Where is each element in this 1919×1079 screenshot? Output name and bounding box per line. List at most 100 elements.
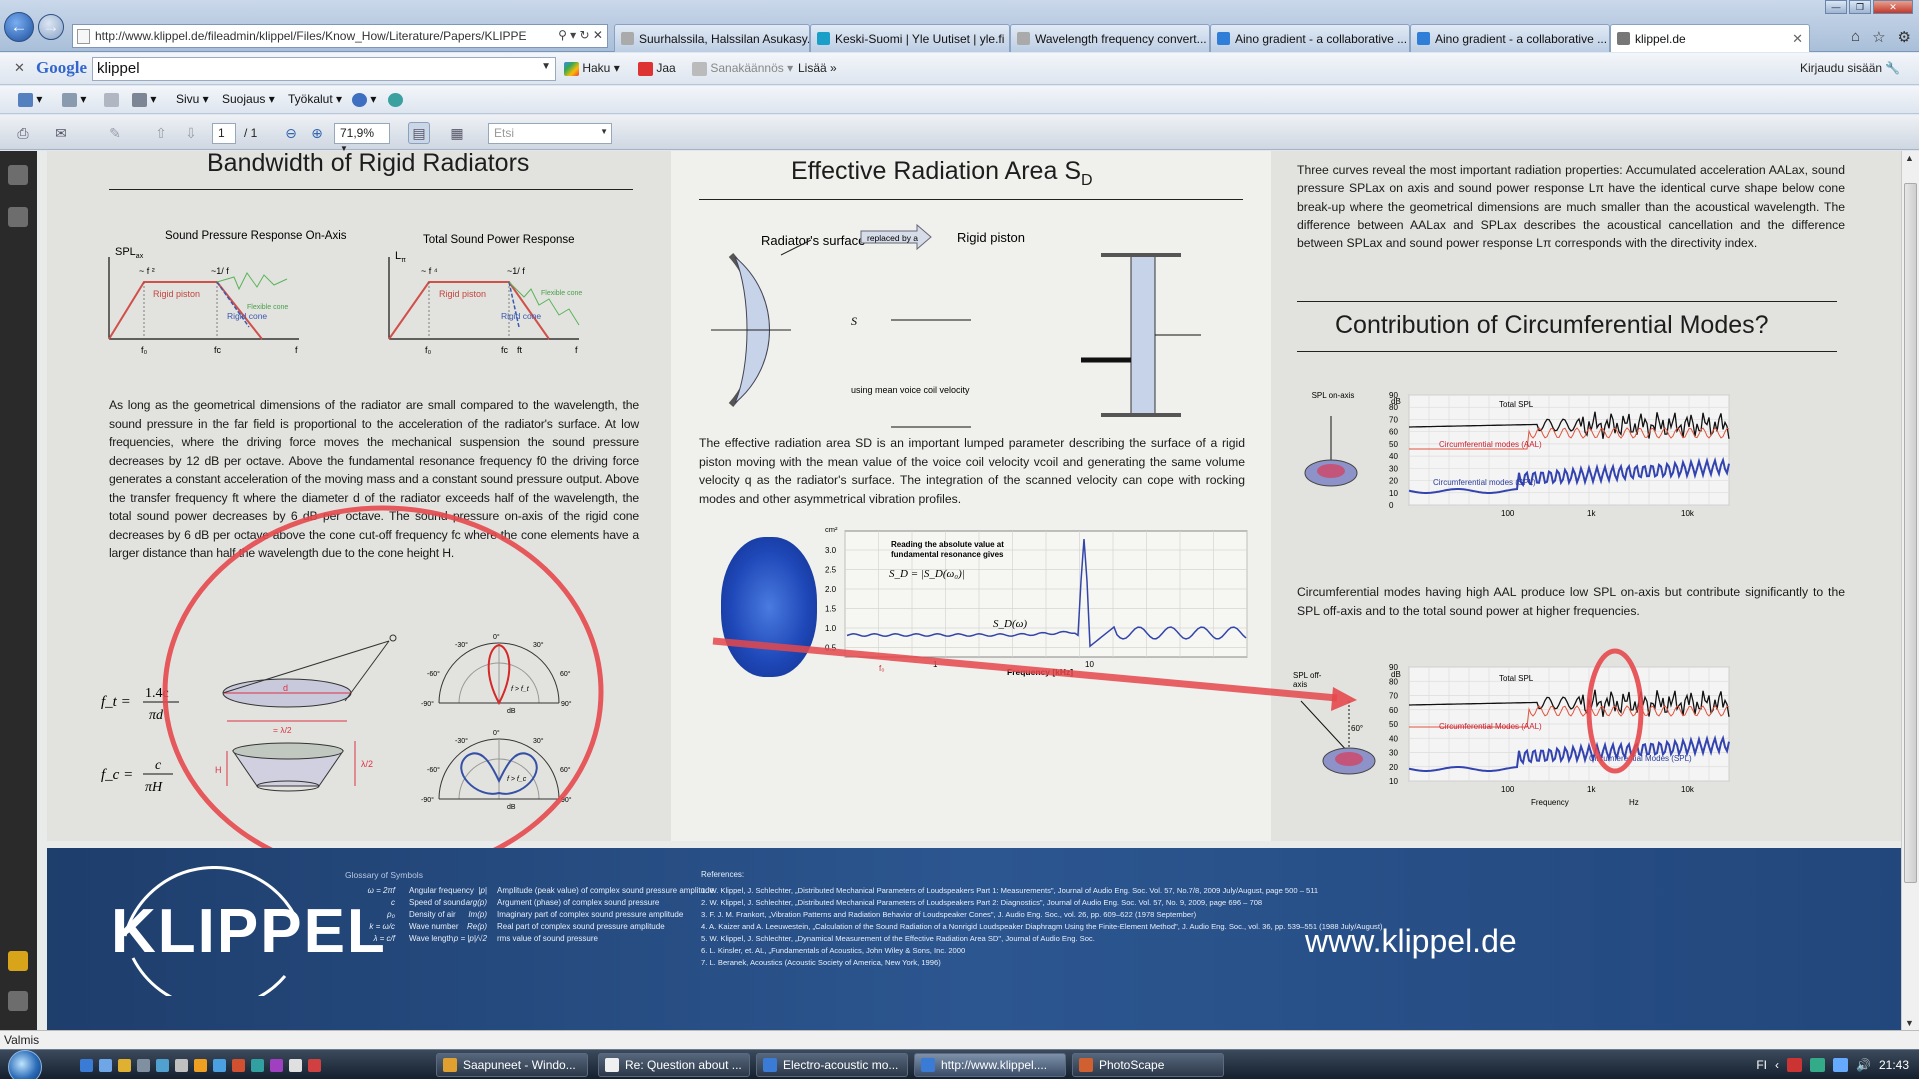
mail-icon[interactable] xyxy=(137,1059,150,1072)
tab-3[interactable]: Wavelength frequency convert... xyxy=(1010,24,1210,52)
comments-icon[interactable] xyxy=(8,951,28,971)
media-icon[interactable] xyxy=(156,1059,169,1072)
signin-link[interactable]: Kirjaudu sisään 🔧 xyxy=(1800,61,1900,75)
close-tab-icon[interactable]: ✕ xyxy=(1792,31,1803,47)
clock[interactable]: 21:43 xyxy=(1879,1058,1909,1072)
feeds-button[interactable]: ▾ xyxy=(62,92,86,107)
translate-button[interactable]: Sanakäännös ▾ xyxy=(692,61,793,76)
google-search-input[interactable]: klippel ▼ xyxy=(92,57,556,81)
address-bar[interactable]: http://www.klippel.de/fileadmin/klippel/… xyxy=(72,24,608,48)
forward-button[interactable]: → xyxy=(38,14,64,40)
reference-item: 2. W. Klippel, J. Schlechter, „Distribut… xyxy=(701,898,1263,907)
scanned-velocity-image xyxy=(721,537,817,677)
tray-app-icon[interactable] xyxy=(1787,1058,1803,1072)
help-button[interactable]: ▾ xyxy=(352,92,376,107)
polar1-60: 60° xyxy=(560,670,571,678)
browser-tab-bar: ← → http://www.klippel.de/fileadmin/klip… xyxy=(0,0,1919,52)
chrome-icon[interactable] xyxy=(251,1059,264,1072)
find-placeholder: Etsi xyxy=(494,126,515,140)
fit-width-button[interactable]: ▤ xyxy=(408,122,430,144)
chart2-flexible-cone: Flexible cone xyxy=(541,290,582,297)
research-button[interactable] xyxy=(388,92,403,107)
taskbar-button-2[interactable]: Re: Question about ... xyxy=(598,1053,750,1077)
zoom-in-button[interactable]: ⊕ xyxy=(306,122,328,144)
taskbar-button-3[interactable]: Electro-acoustic mo... xyxy=(756,1053,908,1077)
tab-6[interactable]: klippel.de ✕ xyxy=(1610,24,1810,52)
paint-icon[interactable] xyxy=(194,1059,207,1072)
glossary-title: Glossary of Symbols xyxy=(345,870,423,880)
speaker-on-axis-icon xyxy=(1304,416,1358,487)
taskbar-button-1[interactable]: Saapuneet - Windo... xyxy=(436,1053,588,1077)
share-button[interactable]: Jaa xyxy=(638,61,676,76)
close-toolbar-icon[interactable]: ✕ xyxy=(14,60,25,76)
chevron-down-icon[interactable]: ▼ xyxy=(600,127,608,136)
minimize-button[interactable]: — xyxy=(1825,0,1847,14)
firefox-icon[interactable] xyxy=(232,1059,245,1072)
share-pdf-button[interactable]: ✉ xyxy=(50,122,72,144)
poster-column-circumferential: Three curves reveal the most important r… xyxy=(1271,151,1901,841)
zoom-select[interactable]: 71,9% ▼ xyxy=(334,123,390,153)
chevron-left-icon[interactable]: ‹ xyxy=(1775,1058,1779,1072)
mail-button[interactable] xyxy=(104,92,119,107)
volume-icon[interactable]: 🔊 xyxy=(1856,1058,1871,1072)
close-window-button[interactable]: ✕ xyxy=(1873,0,1913,14)
comment-button[interactable]: ✎ xyxy=(104,122,126,144)
restore-button[interactable]: ❐ xyxy=(1849,0,1871,14)
tab-4[interactable]: Aino gradient - a collaborative ... xyxy=(1210,24,1410,52)
scroll-down-icon[interactable]: ▼ xyxy=(1905,1018,1914,1028)
start-button[interactable] xyxy=(8,1050,42,1079)
tab-2[interactable]: Keski-Suomi | Yle Uutiset | yle.fi xyxy=(810,24,1010,52)
fig-lambda: = λ/2 xyxy=(273,725,292,735)
more-button[interactable]: Lisää » xyxy=(798,61,837,75)
safety-menu[interactable]: Suojaus ▾ xyxy=(222,92,275,106)
tab-5[interactable]: Aino gradient - a collaborative ... xyxy=(1410,24,1610,52)
print-button[interactable]: ⎙ xyxy=(12,122,34,144)
taskbar-button-4[interactable]: http://www.klippel.... xyxy=(914,1053,1066,1077)
desktop-icon[interactable] xyxy=(99,1059,112,1072)
bookmarks-icon[interactable] xyxy=(8,207,28,227)
prev-page-button[interactable]: ⇧ xyxy=(150,122,172,144)
formula2-lhs: f_c = xyxy=(101,767,133,783)
folder-icon[interactable] xyxy=(118,1059,131,1072)
x-unit: Hz xyxy=(1629,798,1639,807)
page-menu[interactable]: Sivu ▾ xyxy=(176,92,209,106)
polar2-f: f > f_c xyxy=(507,776,527,783)
print-button[interactable]: ▾ xyxy=(132,92,156,107)
polar2-m60: -60° xyxy=(427,766,440,774)
vertical-scrollbar[interactable]: ▲ ▼ xyxy=(1901,151,1919,1030)
wrench-icon[interactable]: 🔧 xyxy=(1885,61,1900,75)
favorites-icon[interactable]: ☆ xyxy=(1872,28,1885,46)
explorer-icon[interactable] xyxy=(175,1059,188,1072)
messenger-icon[interactable] xyxy=(213,1059,226,1072)
chevron-down-icon[interactable]: ▼ xyxy=(541,61,551,72)
total-spl-label: Total SPL xyxy=(1499,674,1534,683)
network-icon[interactable] xyxy=(1810,1058,1826,1072)
calc-icon[interactable] xyxy=(289,1059,302,1072)
google-search-button[interactable]: Haku ▾ xyxy=(564,61,620,76)
zoom-out-button[interactable]: ⊖ xyxy=(280,122,302,144)
fit-page-button[interactable]: ▦ xyxy=(446,122,468,144)
tools-menu[interactable]: Työkalut ▾ xyxy=(288,92,342,106)
attachments-icon[interactable] xyxy=(8,991,28,1011)
page-number-input[interactable]: 1 xyxy=(212,123,236,144)
pdf-icon[interactable] xyxy=(308,1059,321,1072)
language-indicator[interactable]: FI xyxy=(1756,1058,1767,1072)
gear-icon[interactable]: ⚙ xyxy=(1898,28,1911,46)
y-tick-label: 1.5 xyxy=(825,605,837,614)
pages-icon[interactable] xyxy=(8,165,28,185)
chart1-slope2: ~1/ f xyxy=(211,266,229,276)
scroll-up-icon[interactable]: ▲ xyxy=(1905,153,1914,163)
photo-icon[interactable] xyxy=(270,1059,283,1072)
home-button[interactable]: ▾ xyxy=(18,92,42,107)
home-icon[interactable]: ⌂ xyxy=(1851,28,1860,46)
back-button[interactable]: ← xyxy=(4,12,34,42)
glossary-row: p = |p|/√2 rms value of sound pressure xyxy=(427,934,737,946)
next-page-button[interactable]: ⇩ xyxy=(180,122,202,144)
address-actions[interactable]: ⚲ ▾ ↻ ✕ xyxy=(558,28,603,42)
ie-icon[interactable] xyxy=(80,1059,93,1072)
scrollbar-thumb[interactable] xyxy=(1904,183,1917,883)
tab-1[interactable]: Suurhalssila, Halssilan Asukasy... xyxy=(614,24,810,52)
find-input[interactable]: Etsi ▼ xyxy=(488,123,612,144)
security-icon[interactable] xyxy=(1833,1058,1849,1072)
taskbar-button-5[interactable]: PhotoScape xyxy=(1072,1053,1224,1077)
